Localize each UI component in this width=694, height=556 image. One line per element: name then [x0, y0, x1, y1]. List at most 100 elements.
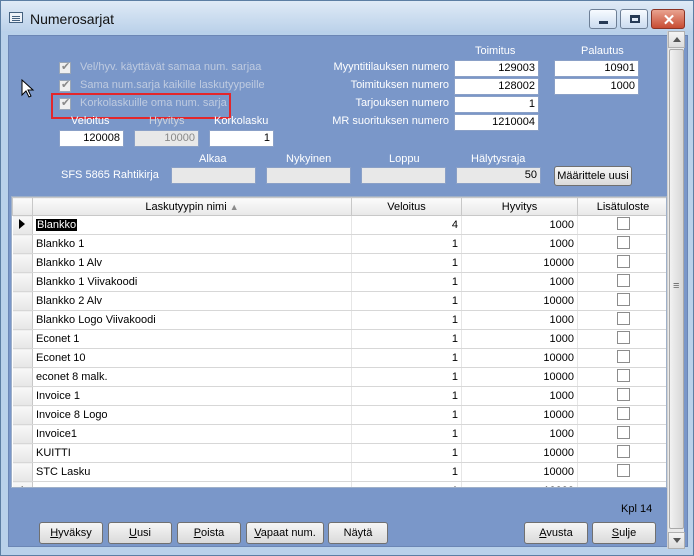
cell-hyvitys[interactable]: 1000 — [461, 424, 578, 444]
checkbox-same-series[interactable] — [59, 60, 71, 74]
cell-hyvitys[interactable]: 1000 — [461, 329, 578, 349]
lisatuloste-checkbox[interactable] — [616, 388, 630, 401]
cell-hyvitys[interactable]: 10000 — [461, 253, 578, 273]
sales-order-palautus-field[interactable]: 10901 — [554, 60, 639, 77]
lisatuloste-checkbox[interactable] — [616, 445, 630, 458]
cell-name[interactable]: Blankko 1 Viivakoodi — [32, 272, 352, 292]
cell-name[interactable]: Blankko Logo Viivakoodi — [32, 310, 352, 330]
table-row[interactable]: KUITTI 1 10000 — [12, 443, 666, 463]
scroll-thumb[interactable] — [669, 49, 684, 529]
sales-order-toimitus-field[interactable]: 129003 — [454, 60, 539, 77]
table-row[interactable]: Blankko 1 Viivakoodi 1 1000 — [12, 272, 666, 292]
vertical-scrollbar[interactable] — [667, 31, 685, 549]
row-selector[interactable] — [12, 348, 33, 368]
row-selector[interactable] — [12, 329, 33, 349]
lisatuloste-checkbox[interactable] — [616, 255, 630, 268]
row-selector[interactable] — [12, 386, 33, 406]
row-selector[interactable] — [12, 253, 33, 273]
lisatuloste-checkbox[interactable] — [616, 274, 630, 287]
cell-hyvitys[interactable]: 10000 — [461, 443, 578, 463]
cell-name[interactable]: KUITTI — [32, 443, 352, 463]
lisatuloste-checkbox[interactable] — [616, 236, 630, 249]
cell-veloitus[interactable]: 4 — [351, 215, 462, 235]
minimize-button[interactable] — [589, 9, 617, 29]
veloitus-series-field[interactable]: 120008 — [59, 130, 124, 147]
lisatuloste-checkbox[interactable] — [616, 426, 630, 439]
cell-veloitus[interactable]: 1 — [351, 253, 462, 273]
cell-name[interactable]: STC Lasku — [32, 462, 352, 482]
sfs-nykyinen-field[interactable] — [266, 167, 351, 184]
row-selector[interactable] — [12, 234, 33, 254]
table-row[interactable]: econet 8 malk. 1 10000 — [12, 367, 666, 387]
cell-veloitus[interactable]: 1 — [351, 443, 462, 463]
row-selector[interactable] — [12, 291, 33, 311]
cell-name[interactable]: Econet 1 — [32, 329, 352, 349]
cell-name[interactable]: Invoice 8 Logo — [32, 405, 352, 425]
sulje-button[interactable]: Sulje — [592, 522, 656, 544]
maximize-button[interactable] — [620, 9, 648, 29]
cell-name[interactable]: Blankko — [32, 215, 352, 235]
table-row[interactable]: * 110000 — [12, 481, 666, 487]
cell-veloitus[interactable]: 1 — [351, 386, 462, 406]
cell-hyvitys[interactable]: 1000 — [461, 215, 578, 235]
cell-name[interactable]: Invoice 1 — [32, 386, 352, 406]
cell-veloitus[interactable]: 1 — [351, 329, 462, 349]
lisatuloste-checkbox[interactable] — [616, 293, 630, 306]
row-selector[interactable] — [12, 310, 33, 330]
cell-name[interactable]: Invoice1 — [32, 424, 352, 444]
cell-hyvitys[interactable]: 1000 — [461, 386, 578, 406]
scroll-up-icon[interactable] — [668, 31, 685, 48]
lisatuloste-checkbox[interactable] — [616, 312, 630, 325]
vapaat-numerot-button[interactable]: Vapaat num. — [246, 522, 324, 544]
title-bar[interactable]: Numerosarjat ✕ — [1, 1, 693, 31]
current-row-arrow-icon[interactable] — [12, 215, 33, 235]
cell-name[interactable]: Blankko 1 — [32, 234, 352, 254]
cell-veloitus[interactable]: 1 — [351, 481, 462, 487]
table-row[interactable]: Blankko Logo Viivakoodi 1 1000 — [12, 310, 666, 330]
cell-hyvitys[interactable]: 10000 — [461, 367, 578, 387]
lisatuloste-checkbox[interactable] — [616, 331, 630, 344]
row-selector[interactable] — [12, 272, 33, 292]
cell-hyvitys[interactable]: 1000 — [461, 234, 578, 254]
quote-number-field[interactable]: 1 — [454, 96, 539, 113]
cell-hyvitys[interactable]: 1000 — [461, 310, 578, 330]
sfs-halytysraja-field[interactable]: 50 — [456, 167, 541, 184]
lisatuloste-checkbox[interactable] — [616, 350, 630, 363]
cell-veloitus[interactable]: 1 — [351, 367, 462, 387]
delivery-toimitus-field[interactable]: 128002 — [454, 78, 539, 95]
scroll-down-icon[interactable] — [668, 532, 685, 549]
poista-button[interactable]: Poista — [177, 522, 241, 544]
mr-payment-field[interactable]: 1210004 — [454, 114, 539, 131]
avusta-button[interactable]: Avusta — [524, 522, 588, 544]
cell-name[interactable]: Econet 10 — [32, 348, 352, 368]
cell-hyvitys[interactable]: 10000 — [461, 348, 578, 368]
cell-name[interactable]: econet 8 malk. — [32, 367, 352, 387]
hyvaksy-button[interactable]: Hyväksy — [39, 522, 103, 544]
cell-hyvitys[interactable]: 10000 — [461, 405, 578, 425]
define-new-button[interactable]: Määrittele uusi — [554, 166, 632, 186]
cell-veloitus[interactable]: 1 — [351, 234, 462, 254]
cell-veloitus[interactable]: 1 — [351, 462, 462, 482]
table-row[interactable]: Invoice1 1 1000 — [12, 424, 666, 444]
cell-hyvitys[interactable]: 1000 — [461, 272, 578, 292]
checkbox-all-types[interactable] — [59, 78, 71, 92]
table-row[interactable]: Invoice 1 1 1000 — [12, 386, 666, 406]
column-header-lisatuloste[interactable]: Lisätuloste — [577, 197, 666, 216]
lisatuloste-checkbox[interactable] — [616, 464, 630, 477]
cell-veloitus[interactable]: 1 — [351, 348, 462, 368]
lisatuloste-checkbox[interactable] — [616, 217, 630, 230]
column-header-name[interactable]: Laskutyypin nimi ▲ — [32, 197, 352, 216]
table-row[interactable]: Blankko 1 1 1000 — [12, 234, 666, 254]
lisatuloste-checkbox[interactable] — [616, 407, 630, 420]
column-header-veloitus[interactable]: Veloitus — [351, 197, 462, 216]
cell-hyvitys[interactable]: 10000 — [461, 481, 578, 487]
close-button[interactable]: ✕ — [651, 9, 685, 29]
cell-veloitus[interactable]: 1 — [351, 424, 462, 444]
cell-hyvitys[interactable]: 10000 — [461, 291, 578, 311]
cell-veloitus[interactable]: 1 — [351, 405, 462, 425]
row-selector[interactable] — [12, 462, 33, 482]
table-row[interactable]: Econet 1 1 1000 — [12, 329, 666, 349]
cell-name[interactable] — [32, 481, 352, 487]
table-row[interactable]: Econet 10 1 10000 — [12, 348, 666, 368]
cell-veloitus[interactable]: 1 — [351, 291, 462, 311]
